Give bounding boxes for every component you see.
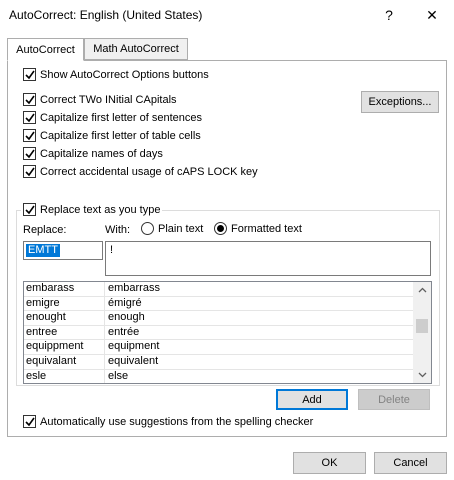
capitalize-days-label: Capitalize names of days xyxy=(40,147,163,160)
entry-replace: esle xyxy=(24,369,105,383)
capitalize-table-cells-checkbox[interactable]: Capitalize first letter of table cells xyxy=(23,129,201,142)
checkmark-icon xyxy=(24,95,35,104)
entry-replace: emigre xyxy=(24,296,105,311)
correct-two-initial-capitals-checkbox[interactable]: Correct TWo INitial CApitals xyxy=(23,93,177,106)
scroll-down-icon[interactable] xyxy=(413,367,431,383)
spelling-suggestions-checkbox[interactable]: Automatically use suggestions from the s… xyxy=(23,415,313,428)
capitalize-sentences-checkbox[interactable]: Capitalize first letter of sentences xyxy=(23,111,202,124)
list-item[interactable]: equippment equipment xyxy=(24,340,431,355)
radio-circle-selected xyxy=(214,222,227,235)
list-item[interactable]: equivalant equivalent xyxy=(24,354,431,370)
checkbox-box xyxy=(23,68,36,81)
tab-autocorrect-label: AutoCorrect xyxy=(16,43,75,56)
checkbox-box xyxy=(23,129,36,142)
close-icon: ✕ xyxy=(426,6,438,23)
list-item[interactable]: esle else xyxy=(24,369,431,383)
checkmark-icon xyxy=(24,149,35,158)
with-label: With: xyxy=(105,224,131,236)
caps-lock-label: Correct accidental usage of cAPS LOCK ke… xyxy=(40,165,258,178)
autocorrect-entries-list[interactable]: embarass embarrass emigre émigré enought… xyxy=(23,281,432,384)
exceptions-button-label: Exceptions... xyxy=(368,96,432,108)
tab-math-autocorrect-label: Math AutoCorrect xyxy=(93,43,179,55)
checkbox-box xyxy=(23,203,36,216)
scroll-up-icon[interactable] xyxy=(413,282,431,298)
checkmark-icon xyxy=(24,167,35,176)
spelling-suggestions-label: Automatically use suggestions from the s… xyxy=(40,415,314,428)
checkbox-box xyxy=(23,111,36,124)
entry-replace: enought xyxy=(24,311,105,325)
list-item[interactable]: enought enough xyxy=(24,311,431,326)
plain-text-radio[interactable]: Plain text xyxy=(141,222,203,235)
checkbox-box xyxy=(23,165,36,178)
checkmark-icon xyxy=(24,113,35,122)
scroll-thumb[interactable] xyxy=(416,319,428,333)
radio-circle xyxy=(141,222,154,235)
list-item[interactable]: emigre émigré xyxy=(24,296,431,312)
entry-replace: embarass xyxy=(24,282,105,296)
delete-button[interactable]: Delete xyxy=(358,389,430,410)
add-button-label: Add xyxy=(302,393,322,406)
entry-with: embarrass xyxy=(108,282,160,294)
close-button[interactable]: ✕ xyxy=(417,4,447,26)
checkbox-box xyxy=(23,415,36,428)
delete-button-label: Delete xyxy=(378,393,410,406)
window-title: AutoCorrect: English (United States) xyxy=(9,8,203,22)
caps-lock-checkbox[interactable]: Correct accidental usage of cAPS LOCK ke… xyxy=(23,165,258,178)
replace-text-as-you-type-label: Replace text as you type xyxy=(40,203,161,216)
cancel-button[interactable]: Cancel xyxy=(374,452,447,474)
title-bar: AutoCorrect: English (United States) ? ✕ xyxy=(0,0,454,30)
ok-button-label: OK xyxy=(321,457,338,469)
ok-button[interactable]: OK xyxy=(293,452,366,474)
formatted-text-radio[interactable]: Formatted text xyxy=(214,222,302,235)
formatted-text-label: Formatted text xyxy=(231,222,302,235)
with-input[interactable]: ! xyxy=(105,241,431,276)
cancel-button-label: Cancel xyxy=(393,457,428,469)
plain-text-label: Plain text xyxy=(158,222,204,235)
show-options-buttons-checkbox[interactable]: Show AutoCorrect Options buttons xyxy=(23,68,209,81)
help-button[interactable]: ? xyxy=(374,4,404,26)
list-item[interactable]: embarass embarrass xyxy=(24,282,431,297)
with-input-value: ! xyxy=(110,244,114,256)
checkbox-box xyxy=(23,93,36,106)
correct-two-initial-capitals-label: Correct TWo INitial CApitals xyxy=(40,93,177,106)
checkmark-icon xyxy=(24,131,35,140)
help-icon: ? xyxy=(385,7,393,23)
entry-with: equipment xyxy=(108,340,160,353)
checkmark-icon xyxy=(24,205,35,214)
entry-replace: equippment xyxy=(24,340,105,354)
capitalize-days-checkbox[interactable]: Capitalize names of days xyxy=(23,147,163,160)
checkbox-box xyxy=(23,147,36,160)
add-button[interactable]: Add xyxy=(276,389,348,410)
checkmark-icon xyxy=(24,417,35,426)
entry-replace: equivalant xyxy=(24,354,105,369)
capitalize-sentences-label: Capitalize first letter of sentences xyxy=(40,111,203,124)
tab-math-autocorrect[interactable]: Math AutoCorrect xyxy=(84,38,188,60)
entry-with: else xyxy=(108,369,129,382)
replace-input[interactable]: EMTT xyxy=(23,241,103,260)
entry-with: entrée xyxy=(108,325,140,338)
entry-with: enough xyxy=(108,311,145,324)
tab-autocorrect[interactable]: AutoCorrect xyxy=(7,38,84,61)
replace-text-as-you-type-checkbox[interactable]: Replace text as you type xyxy=(21,203,163,216)
entry-with: émigré xyxy=(108,296,142,309)
entry-replace: entree xyxy=(24,325,105,340)
list-scrollbar[interactable] xyxy=(413,282,431,383)
exceptions-button[interactable]: Exceptions... xyxy=(361,91,439,113)
replace-input-value: EMTT xyxy=(26,244,60,257)
capitalize-table-cells-label: Capitalize first letter of table cells xyxy=(40,129,201,142)
list-item[interactable]: entree entrée xyxy=(24,325,431,341)
checkmark-icon xyxy=(24,70,35,79)
entry-with: equivalent xyxy=(108,354,159,367)
show-options-buttons-label: Show AutoCorrect Options buttons xyxy=(40,68,209,81)
replace-label: Replace: xyxy=(23,224,67,236)
